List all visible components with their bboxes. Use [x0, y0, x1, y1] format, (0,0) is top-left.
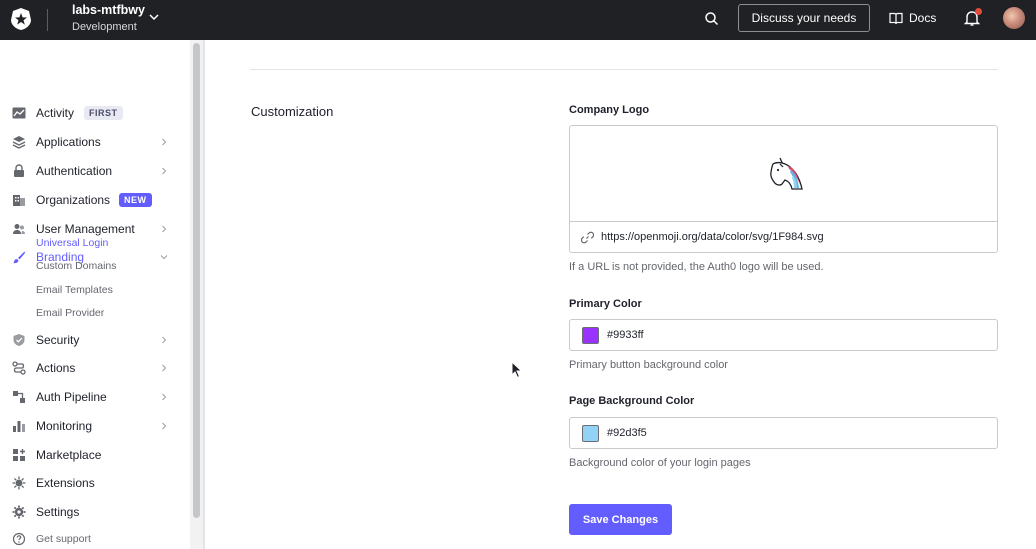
sidebar-item-label: Organizations — [36, 193, 111, 207]
sidebar-item-monitoring[interactable]: Monitoring — [0, 415, 190, 437]
sidebar-item-label: Actions — [36, 361, 76, 375]
sidebar-item-settings[interactable]: Settings — [0, 501, 190, 523]
section-divider — [250, 69, 998, 70]
tenant-switcher[interactable]: labs-mtfbwy Development — [72, 3, 145, 35]
gear-icon — [12, 505, 26, 519]
sidebar-item-label: Extensions — [36, 476, 95, 490]
top-bar: labs-mtfbwy Development Discuss your nee… — [0, 0, 1036, 40]
primary-color-value: #9933ff — [607, 329, 644, 341]
primary-color-helper: Primary button background color — [569, 359, 728, 371]
sidebar-item-label: Settings — [36, 505, 80, 519]
tenant-name: labs-mtfbwy — [72, 3, 145, 17]
unicorn-logo-icon — [770, 157, 803, 190]
sidebar-subitem-email-provider[interactable]: Email Provider — [36, 307, 104, 319]
sidebar-item-marketplace[interactable]: Marketplace — [0, 444, 190, 466]
docs-label: Docs — [909, 11, 937, 25]
avatar[interactable] — [1003, 7, 1025, 29]
search-icon[interactable] — [703, 10, 721, 28]
primary-color-input[interactable]: #9933ff — [569, 319, 998, 351]
sidebar-item-authentication[interactable]: Authentication — [0, 160, 190, 182]
divider — [47, 9, 48, 31]
help-icon — [12, 532, 26, 546]
sidebar-item-label: Auth Pipeline — [36, 390, 107, 404]
actions-icon — [12, 361, 26, 375]
pipeline-icon — [13, 391, 25, 403]
chevron-down-icon — [160, 255, 168, 260]
chevron-right-icon — [162, 167, 167, 175]
logo-url-input[interactable]: https://openmoji.org/data/color/svg/1F98… — [570, 221, 997, 252]
sidebar-item-label: Applications — [36, 135, 101, 149]
chevron-down-icon[interactable] — [148, 11, 160, 23]
sidebar-item-label: Activity — [36, 106, 75, 120]
tenant-environment: Development — [72, 21, 137, 33]
sidebar-item-organizations[interactable]: Organizations NEW — [0, 189, 190, 211]
chevron-right-icon — [162, 225, 167, 233]
docs-link[interactable]: Docs — [889, 9, 936, 27]
sidebar-subitem-custom-domains[interactable]: Custom Domains — [36, 260, 117, 272]
lock-icon — [14, 164, 24, 177]
sidebar-item-label: Security — [36, 333, 80, 347]
mouse-cursor-icon — [511, 361, 523, 379]
company-logo-label: Company Logo — [569, 104, 650, 116]
chevron-right-icon — [162, 422, 167, 430]
chevron-right-icon — [162, 393, 167, 401]
sidebar-item-applications[interactable]: Applications — [0, 131, 190, 153]
notification-dot — [975, 8, 982, 15]
company-logo-helper: If a URL is not provided, the Auth0 logo… — [569, 261, 824, 273]
save-changes-button[interactable]: Save Changes — [569, 504, 672, 535]
sidebar-scroll-thumb[interactable] — [193, 43, 200, 518]
sidebar-item-label: Authentication — [36, 164, 113, 178]
chevron-right-icon — [162, 364, 167, 372]
page-background-color-helper: Background color of your login pages — [569, 457, 751, 469]
sidebar: Activity FIRST Applications Authenticati… — [0, 40, 190, 549]
sidebar-subitem-email-templates[interactable]: Email Templates — [36, 284, 113, 296]
new-badge: NEW — [119, 193, 152, 207]
page-background-color-value: #92d3f5 — [607, 427, 647, 439]
section-title: Customization — [251, 104, 334, 119]
sidebar-item-label: User Management — [36, 222, 135, 236]
users-icon — [13, 224, 25, 234]
main-scrollbar[interactable] — [1024, 40, 1036, 549]
activity-icon — [12, 107, 26, 119]
sidebar-subitem-universal-login[interactable]: Universal Login — [36, 237, 108, 249]
page-background-color-input[interactable]: #92d3f5 — [569, 417, 998, 449]
link-icon — [581, 231, 594, 243]
marketplace-icon — [13, 449, 25, 461]
chevron-right-icon — [162, 336, 167, 344]
sidebar-item-label: Monitoring — [36, 419, 93, 433]
brush-icon — [13, 251, 25, 264]
primary-color-swatch[interactable] — [582, 326, 599, 344]
auth0-logo-icon[interactable] — [10, 7, 32, 31]
applications-icon — [12, 136, 26, 149]
get-support-link[interactable]: Get support — [0, 528, 190, 549]
get-support-label: Get support — [36, 533, 91, 545]
discuss-your-needs-button[interactable]: Discuss your needs — [738, 4, 870, 32]
page-background-color-label: Page Background Color — [569, 395, 695, 407]
building-icon — [13, 195, 25, 206]
chart-icon — [13, 421, 25, 432]
shield-icon — [13, 334, 25, 346]
sidebar-item-extensions[interactable]: Extensions — [0, 472, 190, 494]
sidebar-item-security[interactable]: Security — [0, 329, 190, 351]
sidebar-item-label: Marketplace — [36, 448, 102, 462]
chevron-right-icon — [162, 138, 167, 146]
page-background-color-swatch[interactable] — [582, 424, 599, 442]
book-icon — [889, 12, 903, 24]
sidebar-item-auth-pipeline[interactable]: Auth Pipeline — [0, 386, 190, 408]
logo-url-value: https://openmoji.org/data/color/svg/1F98… — [601, 231, 824, 243]
primary-color-label: Primary Color — [569, 298, 642, 310]
first-badge: FIRST — [84, 106, 123, 120]
sidebar-item-activity[interactable]: Activity FIRST — [0, 102, 190, 124]
sidebar-item-actions[interactable]: Actions — [0, 357, 190, 379]
extensions-icon — [12, 476, 26, 490]
